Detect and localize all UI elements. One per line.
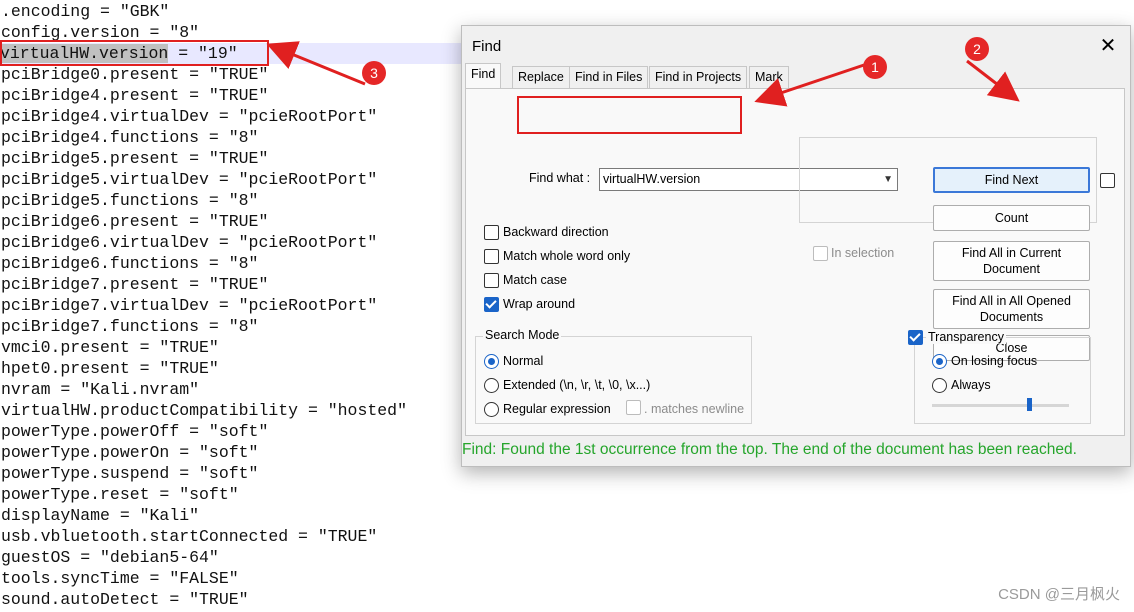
annotation-arrows [266,41,1020,107]
arrow-to-find-next [966,59,1020,102]
arrow-to-find-what [754,62,868,107]
annotation-badge-3: 3 [362,61,386,85]
arrow-to-editor-line [266,41,366,86]
watermark: CSDN @三月枫火 [998,586,1120,603]
annotation-badge-1: 1 [863,55,887,79]
annotation-badge-2: 2 [965,37,989,61]
